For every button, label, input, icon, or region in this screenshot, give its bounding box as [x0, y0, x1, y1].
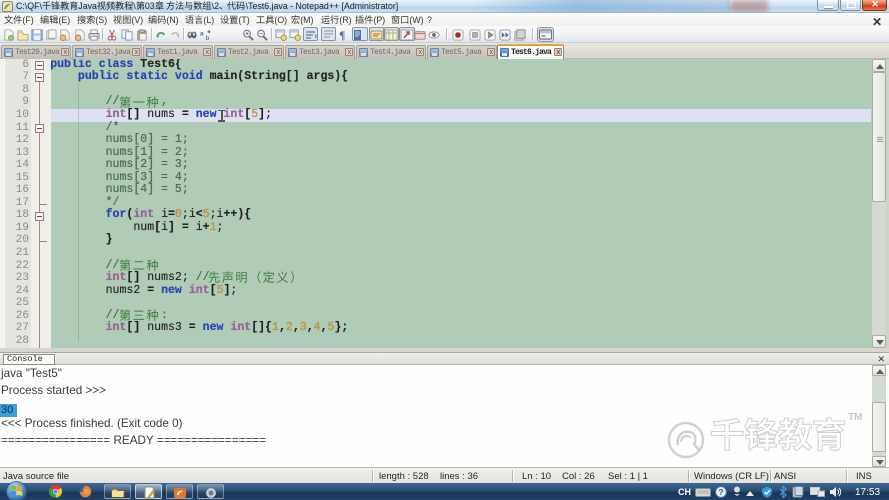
svg-text:b: b	[206, 35, 210, 41]
svg-text:?: ?	[718, 487, 723, 497]
svg-text:¶: ¶	[339, 30, 345, 41]
svg-text:a: a	[200, 30, 204, 37]
